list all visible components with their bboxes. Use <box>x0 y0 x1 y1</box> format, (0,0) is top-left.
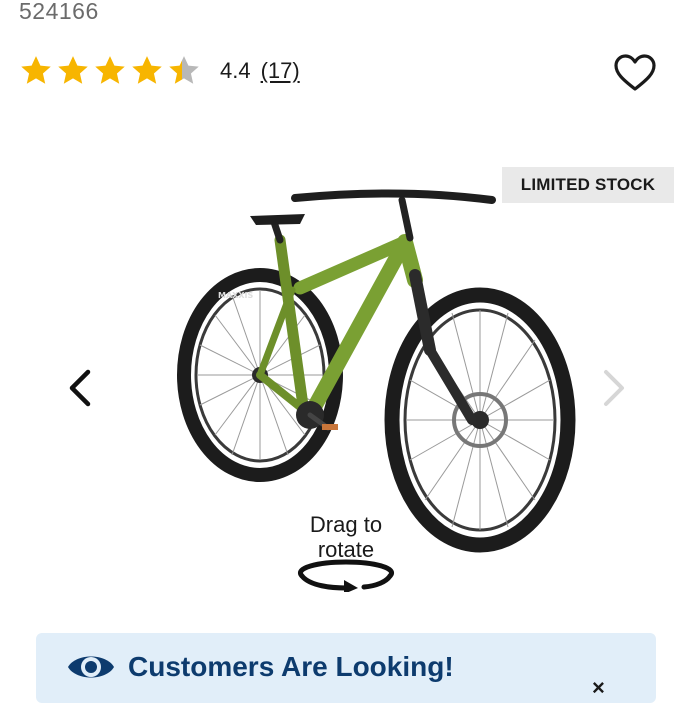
star-icon <box>21 56 51 84</box>
front-wheel <box>384 287 576 553</box>
rating-summary: 4.4 (17) <box>18 54 300 88</box>
rotate-hint-text: Drag to rotate <box>307 512 385 562</box>
customers-looking-banner: Customers Are Looking! × <box>36 633 656 703</box>
chevron-right-icon[interactable] <box>596 366 632 410</box>
banner-title: Customers Are Looking! <box>128 651 454 682</box>
star-icon <box>132 56 162 84</box>
drag-to-rotate-hint: Drag to rotate <box>284 512 408 592</box>
product-sku: 524166 <box>19 0 99 24</box>
star-rating <box>18 54 202 88</box>
wishlist-heart-icon[interactable] <box>614 54 656 92</box>
eye-icon <box>68 656 114 678</box>
star-icon <box>95 56 125 84</box>
rotate-360-icon <box>297 559 395 592</box>
bike-frame <box>250 189 496 431</box>
chevron-left-icon[interactable] <box>62 366 98 410</box>
close-icon[interactable]: × <box>592 675 605 701</box>
tire-brand-label: MAXXIS <box>218 291 253 300</box>
star-icon <box>58 56 88 84</box>
rating-value: 4.4 <box>220 58 251 83</box>
star-half-icon <box>169 56 199 84</box>
review-count-link[interactable]: (17) <box>261 58 300 84</box>
